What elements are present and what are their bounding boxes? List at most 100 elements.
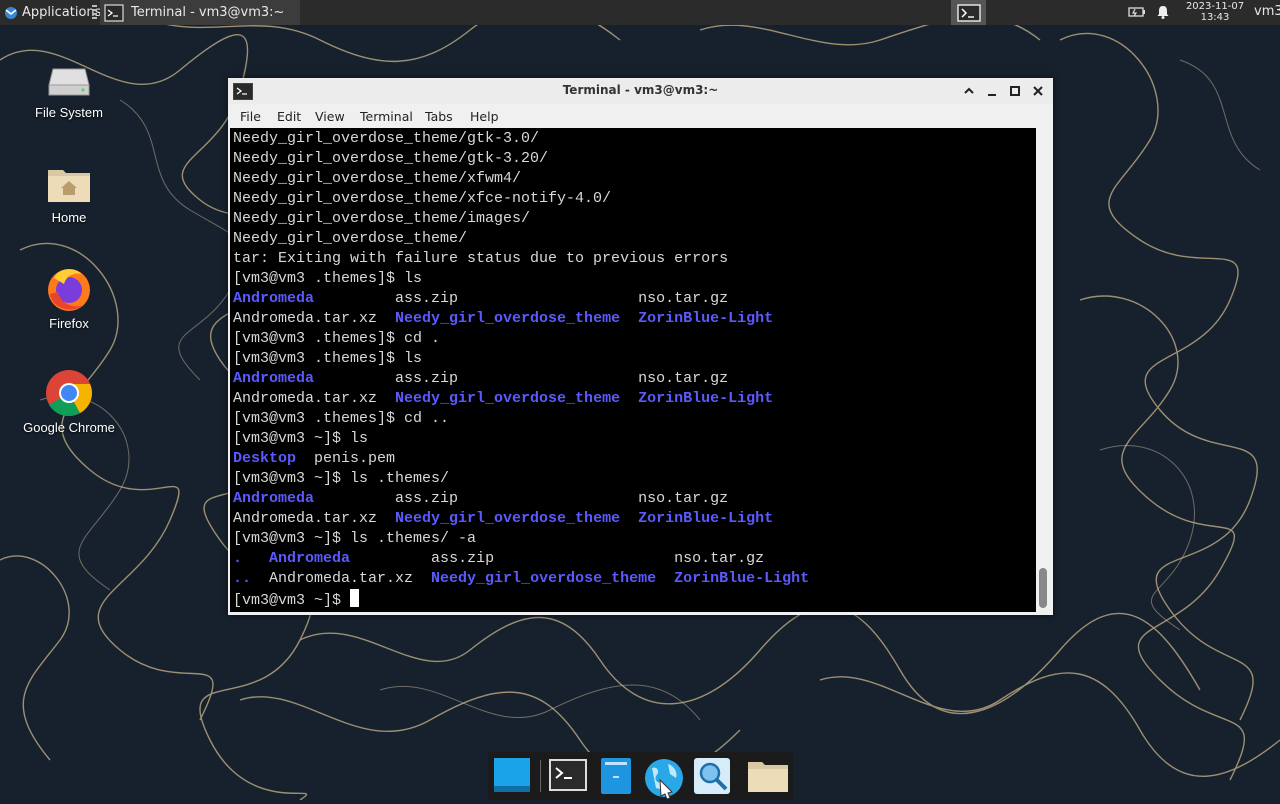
terminal-line: Needy_girl_overdose_theme/xfwm4/ [233,169,1036,189]
terminal-icon [549,759,587,791]
applications-menu[interactable]: Applications [0,0,101,25]
terminal-text: Needy_girl_overdose_theme/gtk-3.0/Needy_… [230,128,1036,611]
terminal-line: Andromeda.tar.xz Needy_girl_overdose_the… [233,309,1036,329]
window-minimize-button[interactable] [983,82,1001,100]
folder-icon [748,762,788,792]
firefox-icon [48,269,90,311]
terminal-line: Desktop penis.pem [233,449,1036,469]
dock-divider [540,760,541,792]
terminal-text-segment: ass.zip nso.tar.gz [350,550,765,567]
terminal-output[interactable]: Needy_girl_overdose_theme/gtk-3.0/Needy_… [230,128,1036,612]
directory-name: Andromeda [269,550,351,567]
terminal-line: Andromeda ass.zip nso.tar.gz [233,289,1036,309]
terminal-line: .. Andromeda.tar.xz Needy_girl_overdose_… [233,569,1036,589]
desktop-icon-label: Firefox [49,316,89,331]
terminal-text-segment: [vm3@vm3 ~]$ ls .themes/ [233,470,450,487]
menu-edit[interactable]: Edit [277,109,301,124]
desktop-icon-file-system[interactable]: File System [19,55,119,120]
terminal-line: Needy_girl_overdose_theme/gtk-3.20/ [233,149,1036,169]
dock-web-browser[interactable] [642,756,683,800]
directory-name: Desktop [233,450,297,467]
terminal-text-segment: Needy_girl_overdose_theme/xfwm4/ [233,170,522,187]
dock-show-desktop[interactable] [492,756,532,796]
terminal-line: Needy_girl_overdose_theme/images/ [233,209,1036,229]
window-titlebar[interactable]: Terminal - vm3@vm3:~ [228,78,1053,104]
directory-name: ZorinBlue-Light [674,570,810,587]
dock-app-finder[interactable] [692,756,732,796]
terminal-icon [104,3,124,22]
directory-name: ZorinBlue-Light [638,510,774,527]
terminal-line: [vm3@vm3 ~]$ ls .themes/ [233,469,1036,489]
directory-name: ZorinBlue-Light [638,390,774,407]
directory-name: Needy_girl_overdose_theme [395,510,621,527]
scrollbar-thumb[interactable] [1039,568,1047,608]
terminal-line: [vm3@vm3 ~]$ ls .themes/ -a [233,529,1036,549]
dock-terminal[interactable] [548,756,588,796]
desktop-icon-firefox[interactable]: Firefox [19,264,119,331]
terminal-cursor [350,589,360,607]
terminal-line: tar: Exiting with failure status due to … [233,249,1036,269]
xfce-logo-icon [5,6,17,19]
terminal-text-segment: [vm3@vm3 ~]$ [233,592,351,609]
terminal-line: Needy_girl_overdose_theme/xfce-notify-4.… [233,189,1036,209]
tray-terminal-button[interactable] [951,0,986,25]
directory-name: Andromeda [233,290,315,307]
terminal-line: Needy_girl_overdose_theme/gtk-3.0/ [233,129,1036,149]
notification-bell-icon[interactable] [1155,4,1171,20]
terminal-line: [vm3@vm3 ~]$ ls [233,429,1036,449]
dock-file-manager[interactable] [596,756,636,796]
window-maximize-button[interactable] [1006,82,1024,100]
menu-tabs[interactable]: Tabs [425,109,453,124]
dock [488,752,793,800]
terminal-text-segment: Andromeda.tar.xz [251,570,432,587]
web-browser-icon [645,759,683,800]
applications-label: Applications [22,5,102,20]
terminal-text-segment: Andromeda.tar.xz [233,310,396,327]
drive-icon [48,68,90,96]
directory-name: Andromeda [233,370,315,387]
taskbar-terminal-button[interactable]: Terminal - vm3@vm3:~ [100,0,300,25]
terminal-line: Andromeda.tar.xz Needy_girl_overdose_the… [233,509,1036,529]
directory-name: Needy_girl_overdose_theme [431,570,657,587]
terminal-window[interactable]: Terminal - vm3@vm3:~ File Edit View Term… [228,78,1053,615]
battery-icon[interactable] [1128,5,1146,19]
window-shade-button[interactable] [960,82,978,100]
window-close-button[interactable] [1029,82,1047,100]
clock-time: 13:43 [1200,12,1230,23]
terminal-text-segment: Needy_girl_overdose_theme/images/ [233,210,531,227]
app-finder-icon [694,758,730,794]
clock[interactable]: 2023-11-07 13:43 [1182,0,1248,25]
terminal-text-segment: Needy_girl_overdose_theme/gtk-3.0/ [233,130,540,147]
menu-help[interactable]: Help [470,109,499,124]
clock-date: 2023-11-07 [1185,1,1245,12]
terminal-line: . Andromeda ass.zip nso.tar.gz [233,549,1036,569]
chrome-icon [46,370,92,417]
window-title: Terminal - vm3@vm3:~ [562,83,719,97]
terminal-text-segment: [vm3@vm3 .themes]$ ls [233,270,423,287]
terminal-text-segment: Needy_girl_overdose_theme/ [233,230,468,247]
terminal-text-segment: tar: Exiting with failure status due to … [233,250,729,267]
taskbar-terminal-label: Terminal - vm3@vm3:~ [131,5,285,20]
terminal-line: Needy_girl_overdose_theme/ [233,229,1036,249]
panel-separator [92,5,97,19]
menu-view[interactable]: View [315,109,345,124]
desktop-icon-home[interactable]: Home [19,160,119,225]
terminal-line: Andromeda ass.zip nso.tar.gz [233,489,1036,509]
dock-folder[interactable] [746,756,788,796]
desktop-icon-google-chrome[interactable]: Google Chrome [19,368,119,435]
terminal-text-segment: Needy_girl_overdose_theme/gtk-3.20/ [233,150,549,167]
terminal-text-segment: Needy_girl_overdose_theme/xfce-notify-4.… [233,190,612,207]
chevron-up-icon [964,87,974,94]
menu-file[interactable]: File [240,109,261,124]
terminal-scrollbar[interactable] [1036,128,1051,612]
close-icon [1033,86,1043,96]
terminal-text-segment: Andromeda.tar.xz [233,510,396,527]
top-panel: Applications Terminal - vm3@vm3:~ 2023-1… [0,0,1280,25]
terminal-text-segment: ass.zip nso.tar.gz [314,290,729,307]
terminal-text-segment: [vm3@vm3 .themes]$ cd .. [233,410,450,427]
user-menu[interactable]: vm3 [1254,0,1280,25]
menu-terminal[interactable]: Terminal [360,109,413,124]
terminal-text-segment: penis.pem [296,450,396,467]
